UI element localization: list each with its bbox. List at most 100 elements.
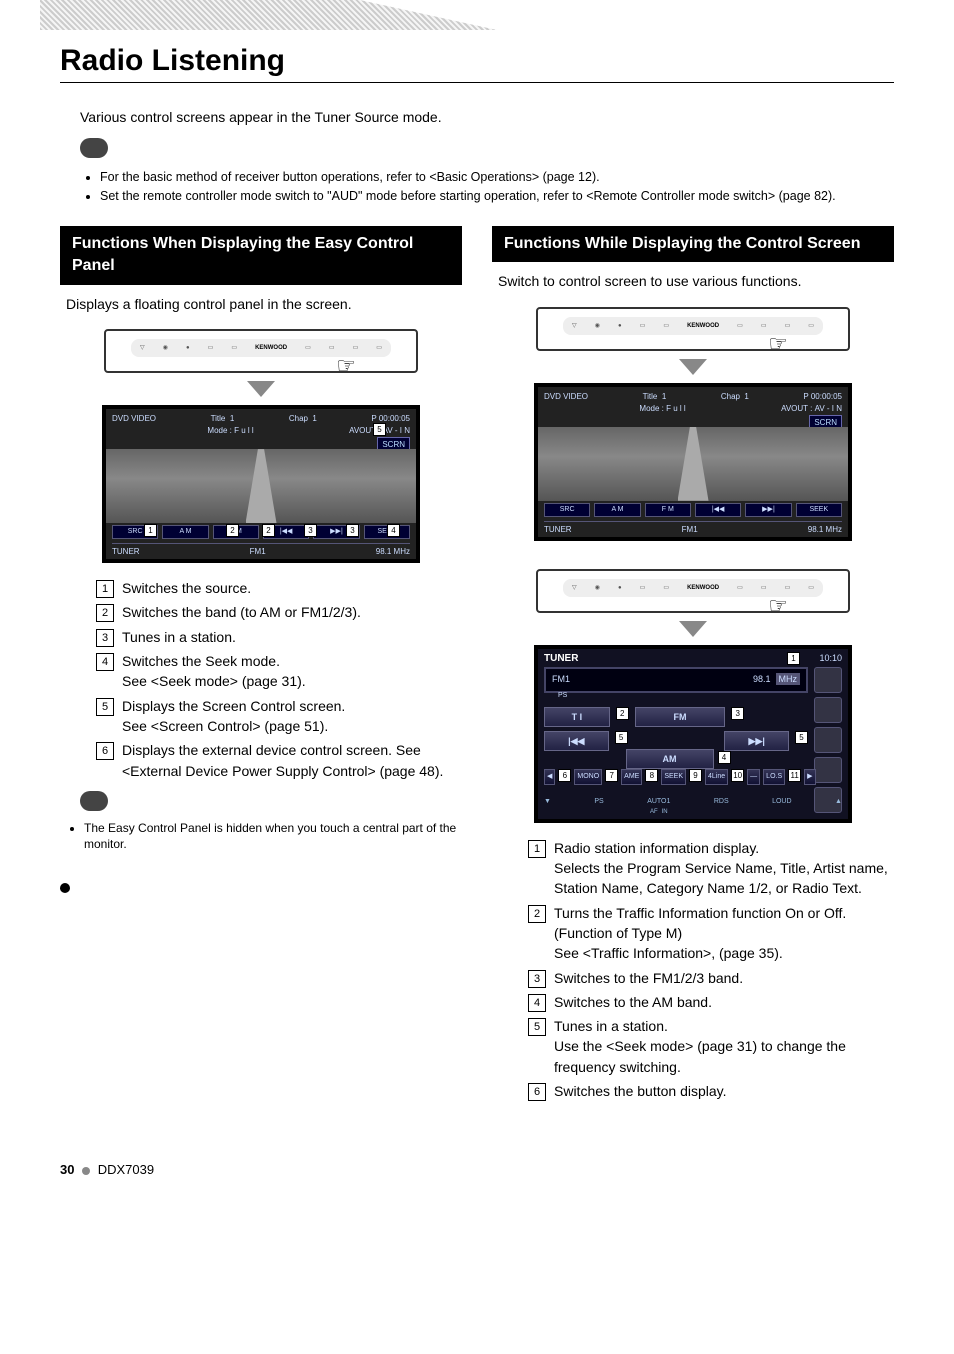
small-buttons-row: ◀ 6 MONO 7 AME 8 SEEK 9 4Line 10 — LO.S … — [544, 769, 808, 785]
down-arrow-icon — [247, 381, 275, 397]
callout-6: 6 — [558, 769, 571, 782]
top-note-item: For the basic method of receiver button … — [100, 169, 894, 187]
am-band-button: AM — [626, 749, 714, 770]
hand-pointer-icon: ☞ — [768, 329, 788, 360]
side-icon — [814, 697, 842, 723]
ps-label: PS — [558, 691, 567, 701]
fm-band-button: FM — [635, 707, 726, 728]
list-item: 3Tunes in a station. — [96, 627, 462, 647]
los-button: LO.S — [763, 769, 785, 785]
callout-5: 5 — [615, 731, 628, 744]
note-bubble-icon — [80, 791, 108, 811]
list-item: 2Switches the band (to AM or FM1/2/3). — [96, 602, 462, 622]
callout-5b: 5 — [795, 731, 808, 744]
list-item: 5Tunes in a station. Use the <Seek mode>… — [528, 1016, 894, 1077]
side-icon — [814, 667, 842, 693]
left-section-heading: Functions When Displaying the Easy Contr… — [60, 226, 462, 285]
left-column: Functions When Displaying the Easy Contr… — [60, 226, 462, 893]
bullet-dot — [60, 883, 70, 893]
callout-9: 9 — [689, 769, 702, 782]
scroll-right-button: ▶ — [804, 769, 815, 785]
list-item: 5Displays the Screen Control screen. See… — [96, 696, 462, 737]
right-numbered-list: 1Radio station information display. Sele… — [528, 838, 894, 1102]
right-column: Functions While Displaying the Control S… — [492, 226, 894, 1112]
side-icons-column — [814, 667, 844, 813]
side-icon — [814, 727, 842, 753]
side-icon — [814, 757, 842, 783]
decorative-header-strip — [40, 0, 954, 30]
page-footer: 30 DDX7039 — [60, 1161, 894, 1179]
band-label: FM1 — [250, 546, 266, 557]
freq-value: 98.1 — [753, 674, 771, 684]
down-arrow-icon — [679, 359, 707, 375]
callout-5: 5 — [373, 423, 386, 436]
ti-button: T I — [544, 707, 610, 728]
list-item: 6Switches the button display. — [528, 1081, 894, 1101]
tuner-label: TUNER — [112, 546, 140, 557]
top-note-item: Set the remote controller mode switch to… — [100, 188, 894, 206]
intro-text: Various control screens appear in the Tu… — [80, 108, 894, 128]
tuner-clock: 10:10 — [819, 652, 842, 665]
easy-panel-footnote: The Easy Control Panel is hidden when yo… — [60, 791, 462, 853]
callout-4: 4 — [387, 524, 400, 537]
band-indicator: FM1 — [552, 673, 570, 686]
road-graphic — [106, 449, 416, 523]
seek-mode-button: SEEK — [661, 769, 686, 785]
list-item: 4Switches the Seek mode. See <Seek mode>… — [96, 651, 462, 692]
note-bubble-icon — [80, 138, 108, 158]
right-section-heading: Functions While Displaying the Control S… — [492, 226, 894, 262]
dvd-transition-screen: DVD VIDEO Title 1 Chap 1 P 00:00:05 Mode… — [534, 383, 852, 541]
list-item: 2Turns the Traffic Information function … — [528, 903, 894, 964]
callout-2: 2 — [226, 524, 239, 537]
model-number: DDX7039 — [98, 1162, 154, 1177]
freq-label: 98.1 MHz — [376, 546, 410, 557]
easy-control-screen: DVD VIDEO Title 1 Chap 1 P 00:00:05 Mode… — [102, 405, 420, 563]
mono-button: MONO — [574, 769, 602, 785]
scroll-left-button: ◀ — [544, 769, 555, 785]
list-item: 3Switches to the FM1/2/3 band. — [528, 968, 894, 988]
callout-1: 1 — [144, 524, 157, 537]
receiver-panel: ▽◉●▭▭KENWOOD▭▭▭▭ ☞ — [104, 329, 418, 373]
down-arrow-icon — [679, 621, 707, 637]
hand-pointer-icon: ☞ — [768, 591, 788, 622]
footnote-text: The Easy Control Panel is hidden when yo… — [84, 820, 462, 854]
callout-3b: 3 — [346, 524, 359, 537]
am-button: A M — [162, 525, 208, 539]
ame-button: AME — [621, 769, 642, 785]
callout-8: 8 — [645, 769, 658, 782]
callout-3: 3 — [304, 524, 317, 537]
hand-pointer-icon: ☞ — [336, 351, 356, 382]
top-notes-list: For the basic method of receiver button … — [82, 169, 894, 206]
callout-11: 11 — [788, 769, 801, 782]
right-subtext: Switch to control screen to use various … — [498, 272, 888, 292]
list-item: 4Switches to the AM band. — [528, 992, 894, 1012]
left-subtext: Displays a floating control panel in the… — [66, 295, 456, 315]
station-info-display: FM1 98.1 MHz — [544, 667, 808, 693]
receiver-panel: ▽◉●▭▭KENWOOD▭▭▭▭ ☞ — [536, 307, 850, 351]
callout-7: 7 — [605, 769, 618, 782]
left-numbered-list: 1Switches the source. 2Switches the band… — [96, 578, 462, 781]
callout-4: 4 — [718, 751, 731, 764]
tuner-footer-indicators: ▼ PS AUTO1AF IN RDS LOUD ▲ — [544, 797, 842, 817]
callout-3: 3 — [731, 707, 744, 720]
callout-1: 1 — [787, 652, 800, 665]
page-title: Radio Listening — [60, 40, 894, 83]
footer-dot-icon — [82, 1167, 90, 1175]
tuner-control-screen: TUNER 10:10 1 FM1 98.1 MHz PS T I — [534, 645, 852, 823]
4line-button: 4Line — [705, 769, 728, 785]
panel-figure-right-1: ▽◉●▭▭KENWOOD▭▭▭▭ ☞ DVD VIDEO Title 1 Cha… — [492, 307, 894, 541]
callout-2: 2 — [616, 707, 629, 720]
receiver-panel: ▽◉●▭▭KENWOOD▭▭▭▭ ☞ — [536, 569, 850, 613]
road-graphic — [538, 427, 848, 501]
callout-10: 10 — [731, 769, 744, 782]
callout-2b: 2 — [262, 524, 275, 537]
minus-button: — — [747, 769, 760, 785]
list-item: 1Switches the source. — [96, 578, 462, 598]
dvd-video-label: DVD VIDEO — [112, 413, 156, 424]
panel-figure-right-2: ▽◉●▭▭KENWOOD▭▭▭▭ ☞ TUNER 10:10 1 FM1 98.… — [492, 569, 894, 823]
tuner-title: TUNER — [544, 652, 578, 666]
panel-figure-top: ▽◉●▭▭KENWOOD▭▭▭▭ ☞ DVD VIDEO Title 1 Cha… — [60, 329, 462, 563]
list-item: 1Radio station information display. Sele… — [528, 838, 894, 899]
page-number: 30 — [60, 1162, 74, 1177]
list-item: 6Displays the external device control sc… — [96, 740, 462, 781]
